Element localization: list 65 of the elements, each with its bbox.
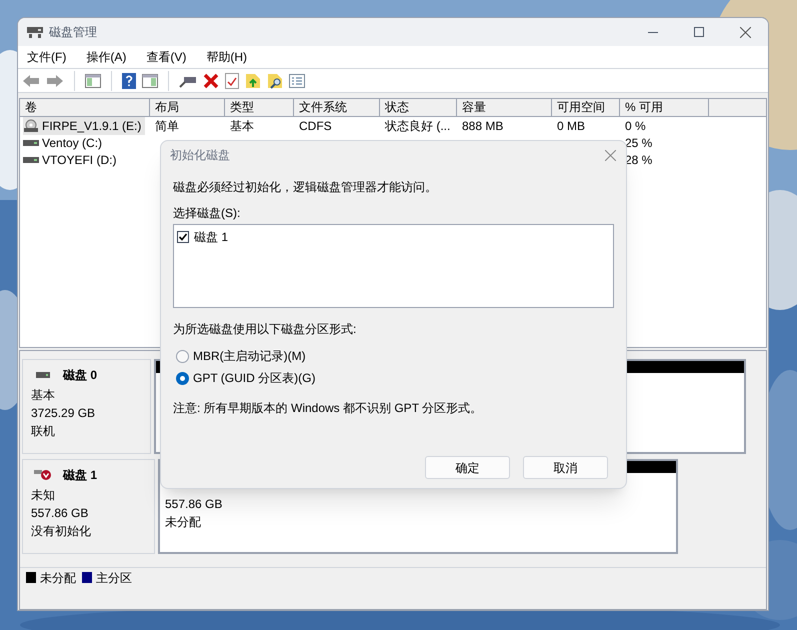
dialog-message: 磁盘必须经过初始化，逻辑磁盘管理器才能访问。 [173, 179, 438, 196]
column-header[interactable]: 可用空间 [552, 99, 620, 116]
disk-error-icon [34, 469, 52, 481]
menu-item[interactable]: 帮助(H) [200, 48, 253, 66]
forward-icon[interactable] [46, 74, 64, 88]
list-label: 选择磁盘(S): [173, 205, 242, 222]
checkbox[interactable] [177, 231, 189, 243]
volume-cell[interactable]: FIRPE_V1.9.1 (E:) [23, 116, 146, 134]
table-cell: 25 % [625, 136, 652, 150]
column-header[interactable]: % 可用 [620, 99, 709, 116]
disk-status: 联机 [31, 423, 56, 440]
disk-size: 3725.29 GB [31, 405, 96, 422]
volume-cell[interactable]: VTOYEFI (D:) [23, 150, 120, 168]
radio-button[interactable] [176, 372, 189, 384]
dialog-button[interactable]: 取消 [523, 456, 608, 479]
panel-icon[interactable] [142, 74, 158, 88]
column-header[interactable]: 布局 [150, 99, 225, 116]
table-cell: 简单 [155, 118, 179, 132]
table-cell: 0 % [625, 118, 646, 132]
disk-status: 没有初始化 [31, 523, 92, 540]
note-text: 注意: 所有早期版本的 Windows 都不识别 GPT 分区形式。 [173, 400, 484, 417]
legend-label: 未分配 [40, 570, 76, 586]
menu-item[interactable]: 文件(F) [21, 48, 72, 66]
disk-type: 基本 [31, 387, 56, 404]
drive-icon [23, 140, 39, 146]
radio-button[interactable] [176, 350, 189, 362]
panel-icon[interactable] [85, 74, 101, 88]
dialog-button[interactable]: 确定 [425, 456, 510, 479]
check-document-icon[interactable] [225, 72, 239, 88]
column-header[interactable]: 类型 [225, 99, 294, 116]
delete-icon[interactable] [203, 72, 219, 88]
drive-icon [23, 156, 39, 162]
disk-type: 未知 [31, 487, 56, 504]
close-icon[interactable] [605, 150, 616, 160]
menu-item[interactable]: 操作(A) [80, 48, 132, 66]
legend-label: 主分区 [96, 570, 132, 586]
radio-label[interactable]: MBR(主启动记录)(M) [193, 347, 306, 365]
app-icon [27, 25, 43, 39]
help-icon[interactable] [122, 72, 136, 88]
window-title: 磁盘管理 [49, 24, 97, 41]
column-header[interactable]: 文件系统 [294, 99, 380, 116]
table-cell: 状态良好 (... [385, 118, 450, 132]
partition-label: 未分配 [165, 514, 202, 531]
radio-label[interactable]: GPT (GUID 分区表)(G) [193, 369, 316, 387]
folder-search-icon[interactable] [267, 72, 283, 88]
back-icon[interactable] [22, 74, 40, 88]
folder-up-icon[interactable] [245, 72, 261, 88]
table-cell: 基本 [230, 118, 254, 132]
column-header[interactable]: 容量 [457, 99, 552, 116]
list-icon[interactable] [289, 74, 305, 88]
table-cell: 0 MB [557, 118, 586, 132]
disk-name: 磁盘 0 [63, 367, 98, 384]
partition-size: 557.86 GB [165, 496, 224, 513]
disk-name: 磁盘 1 [63, 467, 98, 484]
table-cell: 888 MB [462, 118, 504, 132]
list-item[interactable]: 磁盘 1 [194, 228, 228, 246]
disk-size: 557.86 GB [31, 505, 90, 522]
column-header[interactable]: 状态 [380, 99, 457, 116]
table-cell: CDFS [299, 118, 332, 132]
style-label: 为所选磁盘使用以下磁盘分区形式: [173, 321, 358, 338]
volume-cell[interactable]: Ventoy (C:) [23, 134, 106, 152]
dialog-title: 初始化磁盘 [170, 147, 230, 164]
cd-drive-icon [23, 118, 39, 132]
menu-item[interactable]: 查看(V) [140, 48, 192, 66]
column-header[interactable]: 卷 [20, 99, 150, 116]
